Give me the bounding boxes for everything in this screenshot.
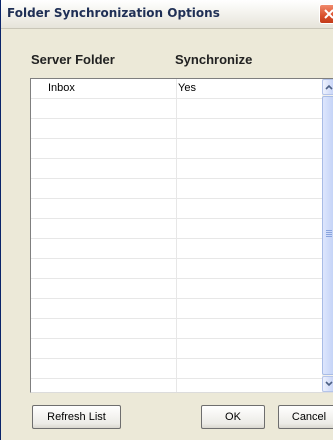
folder-name-cell: Inbox [48, 82, 75, 94]
header-server-folder: Server Folder [31, 52, 115, 67]
vertical-scrollbar[interactable] [322, 79, 333, 392]
folder-list[interactable]: Inbox Yes [30, 78, 333, 393]
close-icon [324, 9, 333, 19]
dialog-title: Folder Synchronization Options [7, 6, 220, 20]
empty-row [31, 239, 322, 259]
empty-row [31, 199, 322, 219]
empty-row [31, 139, 322, 159]
empty-row [31, 279, 322, 299]
synchronize-cell[interactable]: Yes [178, 82, 196, 94]
ok-button[interactable]: OK [201, 405, 265, 429]
empty-row [31, 119, 322, 139]
title-bar[interactable]: Folder Synchronization Options [1, 0, 333, 29]
table-row[interactable]: Inbox Yes [31, 79, 322, 99]
close-button[interactable] [319, 4, 333, 24]
scroll-down-button[interactable] [322, 376, 333, 392]
chevron-down-icon [325, 381, 333, 387]
header-synchronize: Synchronize [175, 52, 253, 67]
empty-row [31, 99, 322, 119]
cancel-button[interactable]: Cancel [278, 405, 333, 429]
empty-row [31, 359, 322, 379]
empty-row [31, 379, 322, 392]
empty-row [31, 159, 322, 179]
thumb-grip [326, 232, 332, 233]
column-headers: Server Folder Synchronize [1, 48, 333, 68]
thumb-grip [326, 234, 332, 235]
empty-row [31, 179, 322, 199]
thumb-grip [326, 236, 332, 237]
folder-sync-dialog: Folder Synchronization Options Server Fo… [0, 0, 333, 440]
empty-row [31, 259, 322, 279]
empty-row [31, 319, 322, 339]
scroll-up-button[interactable] [322, 79, 333, 95]
thumb-grip [326, 230, 332, 231]
refresh-list-button[interactable]: Refresh List [32, 405, 121, 429]
empty-row [31, 299, 322, 319]
scroll-thumb[interactable] [322, 96, 333, 375]
chevron-up-icon [325, 84, 333, 90]
empty-row [31, 219, 322, 239]
empty-row [31, 339, 322, 359]
